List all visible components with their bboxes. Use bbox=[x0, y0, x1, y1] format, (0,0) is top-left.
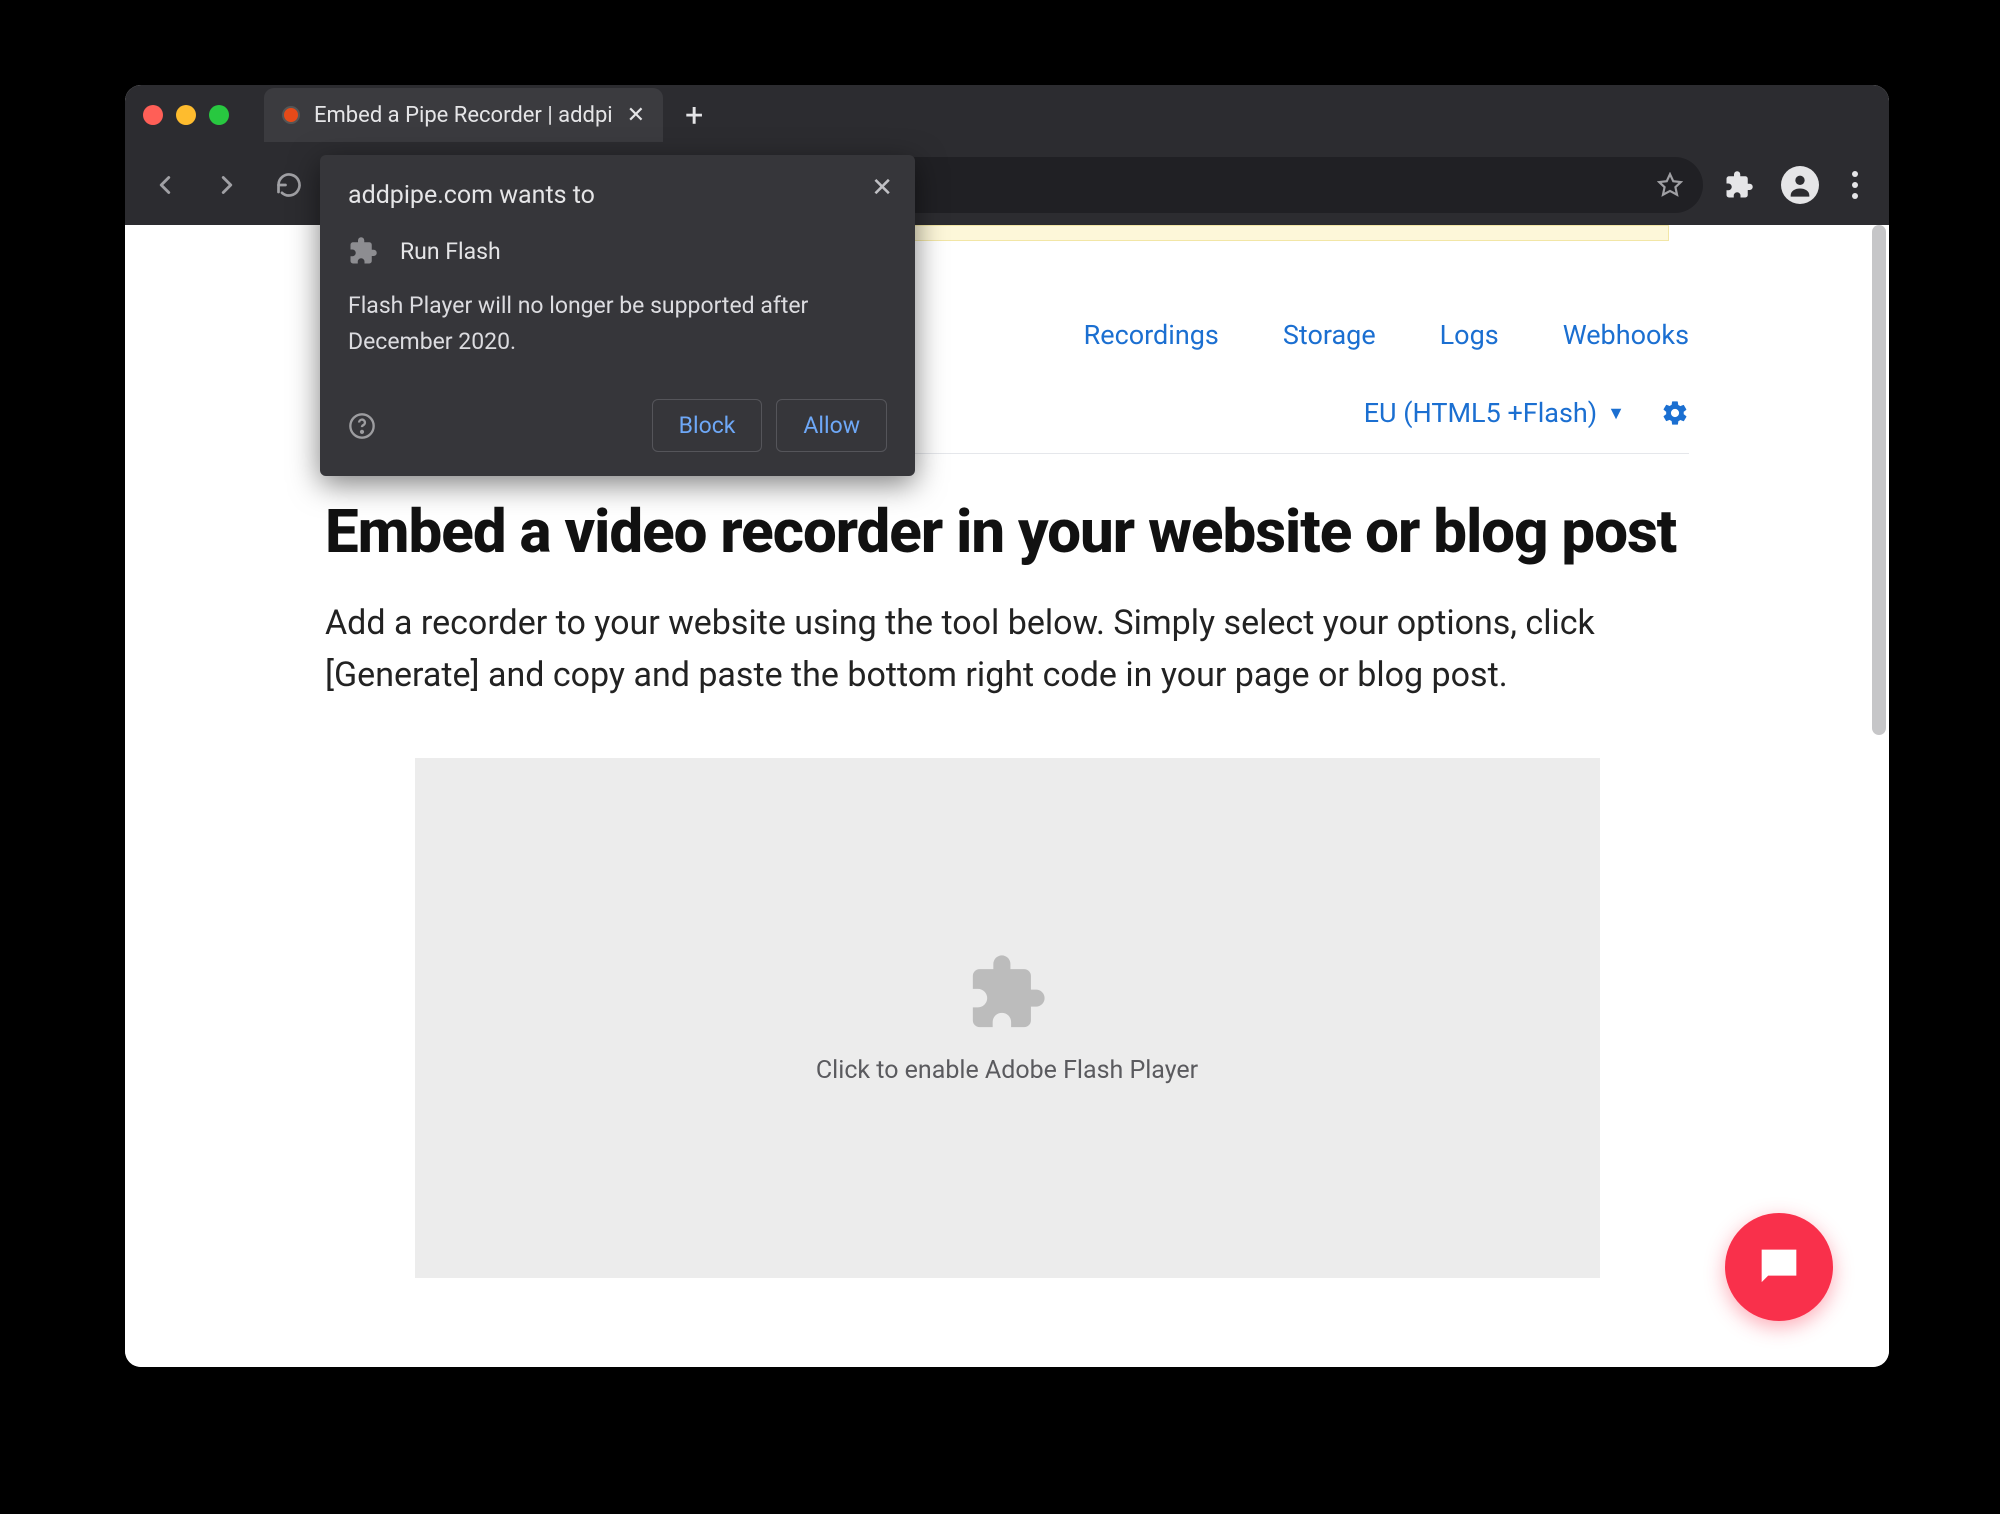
allow-button[interactable]: Allow bbox=[776, 399, 887, 452]
browser-menu-button[interactable] bbox=[1835, 171, 1875, 199]
bookmark-star-icon[interactable] bbox=[1657, 172, 1683, 198]
page-heading: Embed a video recorder in your website o… bbox=[325, 500, 1689, 565]
flash-enable-area[interactable]: Click to enable Adobe Flash Player bbox=[415, 758, 1600, 1278]
permission-buttons: Block Allow bbox=[652, 399, 887, 452]
block-button[interactable]: Block bbox=[652, 399, 763, 452]
forward-button[interactable] bbox=[201, 159, 253, 211]
window-close-button[interactable] bbox=[143, 105, 163, 125]
reload-button[interactable] bbox=[263, 159, 315, 211]
browser-window: Embed a Pipe Recorder | addpi ✕ + addpip… bbox=[125, 85, 1889, 1367]
back-button[interactable] bbox=[139, 159, 191, 211]
nav-link-webhooks[interactable]: Webhooks bbox=[1563, 319, 1689, 351]
browser-tab[interactable]: Embed a Pipe Recorder | addpi ✕ bbox=[264, 88, 663, 142]
chevron-down-icon: ▼ bbox=[1607, 403, 1625, 424]
permission-item-row: Run Flash bbox=[348, 236, 887, 266]
nav-link-storage[interactable]: Storage bbox=[1283, 319, 1376, 351]
tab-close-button[interactable]: ✕ bbox=[627, 103, 645, 128]
window-controls bbox=[143, 105, 229, 125]
permission-popup: ✕ addpipe.com wants to Run Flash Flash P… bbox=[320, 155, 915, 476]
settings-gear-icon[interactable] bbox=[1661, 399, 1689, 427]
permission-title: addpipe.com wants to bbox=[348, 181, 887, 210]
window-maximize-button[interactable] bbox=[209, 105, 229, 125]
puzzle-icon bbox=[348, 236, 378, 266]
flash-prompt-text: Click to enable Adobe Flash Player bbox=[816, 1056, 1198, 1085]
nav-link-logs[interactable]: Logs bbox=[1440, 319, 1499, 351]
chat-fab-button[interactable] bbox=[1725, 1213, 1833, 1321]
nav-link-recordings[interactable]: Recordings bbox=[1084, 319, 1219, 351]
extensions-button[interactable] bbox=[1713, 159, 1765, 211]
permission-description: Flash Player will no longer be supported… bbox=[348, 288, 887, 359]
permission-item-label: Run Flash bbox=[400, 238, 501, 265]
tab-bar: Embed a Pipe Recorder | addpi ✕ + bbox=[125, 85, 1889, 145]
region-dropdown[interactable]: EU (HTML5 +Flash) ▼ bbox=[1364, 397, 1625, 429]
permission-actions: Block Allow bbox=[348, 399, 887, 452]
scrollbar[interactable] bbox=[1872, 225, 1886, 735]
region-dropdown-label: EU (HTML5 +Flash) bbox=[1364, 397, 1597, 429]
popup-close-button[interactable]: ✕ bbox=[871, 173, 893, 203]
page-lead: Add a recorder to your website using the… bbox=[325, 597, 1689, 702]
favicon-icon bbox=[282, 106, 300, 124]
puzzle-icon bbox=[966, 952, 1048, 1038]
help-icon[interactable] bbox=[348, 412, 376, 440]
new-tab-button[interactable]: + bbox=[685, 99, 703, 131]
profile-button[interactable] bbox=[1781, 166, 1819, 204]
window-minimize-button[interactable] bbox=[176, 105, 196, 125]
tab-title: Embed a Pipe Recorder | addpi bbox=[314, 103, 613, 128]
